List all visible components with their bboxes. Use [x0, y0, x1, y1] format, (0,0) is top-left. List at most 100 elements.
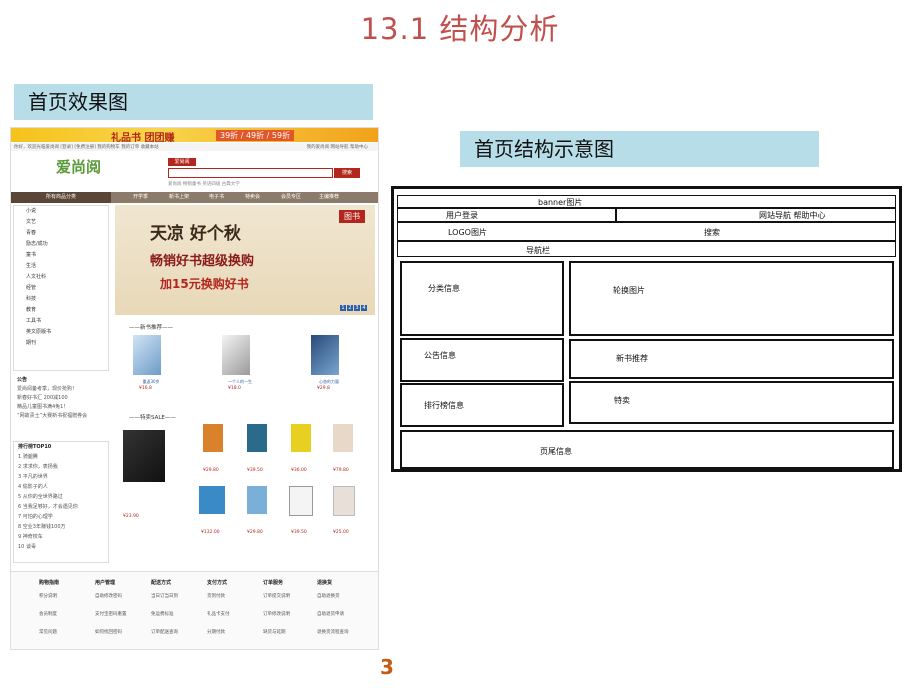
rank-item[interactable]: 6 当我足够好，才会遇见你: [14, 502, 108, 512]
diagram-user-login-label: 用户登录: [446, 211, 478, 220]
sale-cover[interactable]: [199, 486, 225, 514]
sale-price: ¥36.00: [291, 468, 307, 473]
sale-cover[interactable]: [291, 424, 311, 452]
nav-item[interactable]: 主编推荐: [319, 192, 339, 203]
search-button[interactable]: 搜索: [334, 168, 360, 178]
footer-link[interactable]: 免运费标准: [151, 606, 206, 624]
rank-item[interactable]: 7 可怕的心理学: [14, 512, 108, 522]
slide-title: 13.1 结构分析: [360, 12, 560, 46]
promo-banner[interactable]: 礼品书 团团赚 39折 / 49折 / 59折: [11, 128, 378, 144]
rank-item[interactable]: 3 平凡的世界: [14, 472, 108, 482]
topbar-left[interactable]: 你好，欢迎光临爱尚阅 [登录] [免费注册] 我的购物车 我的订单 收藏本站: [14, 144, 159, 150]
rank-item[interactable]: 1 骑腿腾: [14, 452, 108, 462]
diagram-ranking: 排行榜信息: [400, 383, 564, 427]
footer-column: 配送方式 当日订当日到 免运费标准 订单配送查询: [151, 578, 206, 642]
sale-cover[interactable]: [203, 424, 223, 452]
category-item[interactable]: 经管: [14, 283, 108, 294]
category-item[interactable]: 励志/成功: [14, 239, 108, 250]
notice-item[interactable]: 新春好书汇 200减100: [13, 394, 109, 403]
book-cover[interactable]: [133, 335, 161, 375]
carousel[interactable]: 天凉 好个秋 畅销好书超级换购 加15元换购好书 图书 1234: [115, 205, 375, 315]
diagram-new-books: 新书推荐: [569, 339, 894, 379]
nav-item[interactable]: 特卖会: [245, 192, 260, 203]
topbar-right[interactable]: 我的爱尚阅 网站导航 帮助中心: [307, 144, 368, 150]
category-item[interactable]: 科技: [14, 294, 108, 305]
carousel-dot[interactable]: 3: [354, 305, 360, 311]
sale-price: ¥39.50: [291, 530, 307, 535]
category-item[interactable]: 童书: [14, 250, 108, 261]
footer-link[interactable]: 会员制度: [39, 606, 94, 624]
notice-item[interactable]: 爱尚阅备考季，现价抢购！: [13, 385, 109, 394]
sale-cover[interactable]: [247, 424, 267, 452]
notice-item[interactable]: 精品儿童图书满4免1！: [13, 403, 109, 412]
rank-item[interactable]: 10 谈毒: [14, 542, 108, 552]
notice-item[interactable]: “网故责士”大赛新书祝福赠券会: [13, 412, 109, 421]
category-item[interactable]: 文艺: [14, 217, 108, 228]
footer-link[interactable]: 自助退货申请: [317, 606, 372, 624]
notice-title: 公告: [17, 377, 28, 383]
carousel-dot[interactable]: 2: [347, 305, 353, 311]
diagram-navbar: 导航栏: [397, 241, 896, 257]
footer-link[interactable]: 订单提交说明: [263, 588, 318, 606]
category-item[interactable]: 生活: [14, 261, 108, 272]
footer-link[interactable]: 货到付款: [207, 588, 262, 606]
category-item[interactable]: 小说: [14, 206, 108, 217]
sale-price: ¥25.00: [333, 530, 349, 535]
category-item[interactable]: 人文社科: [14, 272, 108, 283]
sale-cover[interactable]: [333, 424, 353, 452]
nav-item[interactable]: 新书上架: [169, 192, 189, 203]
footer-link[interactable]: 退换货流程查询: [317, 624, 372, 642]
rank-item[interactable]: 8 空业3年赚钱100万: [14, 522, 108, 532]
footer-link[interactable]: 自助修改密码: [95, 588, 150, 606]
site-logo[interactable]: 爱尚阅: [56, 156, 101, 177]
nav-item[interactable]: 会员专区: [281, 192, 301, 203]
category-item[interactable]: 工具书: [14, 316, 108, 327]
category-item[interactable]: 青春: [14, 228, 108, 239]
book-price: ¥29.8: [317, 386, 330, 391]
carousel-line3: 加15元换购好书: [160, 277, 249, 291]
book-caption[interactable]: 心态的力量: [304, 379, 354, 385]
sale-cover[interactable]: [289, 486, 313, 516]
rank-item[interactable]: 5 从你的全世界路过: [14, 492, 108, 502]
nav-item[interactable]: 电子书: [209, 192, 224, 203]
footer-link[interactable]: 订单配送查询: [151, 624, 206, 642]
rank-item[interactable]: 2 求求你，表扬我: [14, 462, 108, 472]
footer-link[interactable]: 当日订当日到: [151, 588, 206, 606]
rank-item[interactable]: 4 偷影子的人: [14, 482, 108, 492]
sale-main-price: ¥23.90: [123, 514, 139, 519]
nav-item[interactable]: 开学季: [133, 192, 148, 203]
carousel-dot[interactable]: 1: [340, 305, 346, 311]
nav-category[interactable]: 所有商品分类: [11, 192, 111, 203]
category-item[interactable]: 英文原版书: [14, 327, 108, 338]
book-caption[interactable]: 一个人的一生: [215, 379, 265, 385]
search-input[interactable]: [168, 168, 333, 178]
footer-link[interactable]: 礼品卡支付: [207, 606, 262, 624]
footer-link[interactable]: 自助退换货: [317, 588, 372, 606]
footer-link[interactable]: 分期付款: [207, 624, 262, 642]
category-item[interactable]: 教育: [14, 305, 108, 316]
sale-title: ——特卖SALE——: [129, 415, 176, 421]
category-item[interactable]: 期刊: [14, 338, 108, 349]
hot-words[interactable]: 爱尚阅 畅销童书 英语四级 古典文学: [168, 181, 240, 187]
diagram-footer: 页尾信息: [400, 430, 894, 469]
book-cover[interactable]: [311, 335, 339, 375]
diagram-logo-label: LOGO图片: [448, 228, 487, 237]
footer-link[interactable]: 积分说明: [39, 588, 94, 606]
sale-main-cover[interactable]: [123, 430, 165, 482]
footer-heading: 退换货: [317, 580, 333, 586]
sale-cover[interactable]: [333, 486, 355, 516]
footer-heading: 支付方式: [207, 580, 228, 586]
footer-link[interactable]: 订单修改说明: [263, 606, 318, 624]
book-caption[interactable]: 重返30岁: [126, 379, 176, 385]
carousel-dot[interactable]: 4: [361, 305, 367, 311]
rank-item[interactable]: 9 神奇校车: [14, 532, 108, 542]
footer-heading: 配送方式: [151, 580, 172, 586]
footer-link[interactable]: 缺货与延期: [263, 624, 318, 642]
footer-link[interactable]: 如何找回密码: [95, 624, 150, 642]
diagram-carousel: 轮换图片: [569, 261, 894, 336]
book-cover[interactable]: [222, 335, 250, 375]
sale-cover[interactable]: [247, 486, 267, 514]
banner-text: 礼品书 团团赚: [111, 133, 175, 144]
footer-link[interactable]: 常见问题: [39, 624, 94, 642]
footer-link[interactable]: 支付宝密码重置: [95, 606, 150, 624]
